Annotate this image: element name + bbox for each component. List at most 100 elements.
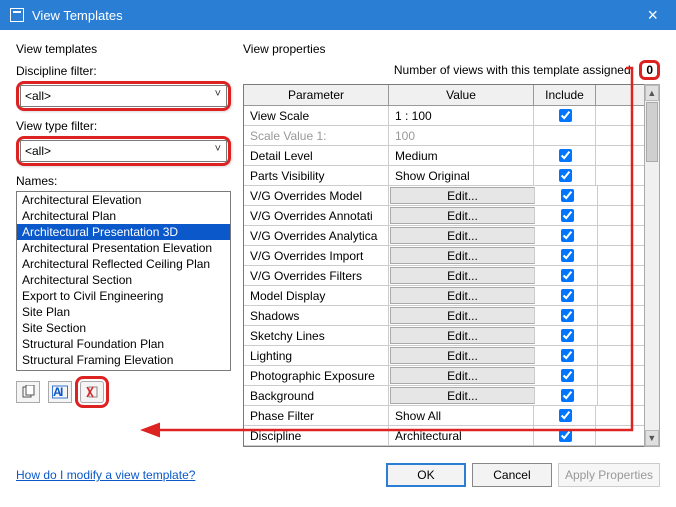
close-icon[interactable]: × — [639, 5, 666, 26]
table-row: Model DisplayEdit... — [244, 286, 644, 306]
list-item[interactable]: Site Plan — [17, 304, 230, 320]
param-cell: Model Display — [244, 286, 389, 305]
include-checkbox[interactable] — [559, 429, 572, 442]
duplicate-icon[interactable] — [16, 381, 40, 403]
table-row: Phase FilterShow All — [244, 406, 644, 426]
edit-button[interactable]: Edit... — [390, 367, 535, 384]
table-row: Sketchy LinesEdit... — [244, 326, 644, 346]
include-checkbox[interactable] — [561, 229, 574, 242]
include-checkbox[interactable] — [561, 349, 574, 362]
include-checkbox[interactable] — [561, 309, 574, 322]
value-cell[interactable]: Architectural — [389, 426, 534, 445]
include-cell — [534, 146, 596, 165]
param-cell: Sketchy Lines — [244, 326, 389, 345]
list-item[interactable]: Architectural Section — [17, 272, 230, 288]
value-cell[interactable]: Show All — [389, 406, 534, 425]
list-item[interactable]: Architectural Reflected Ceiling Plan — [17, 256, 230, 272]
scroll-down-icon[interactable]: ▼ — [645, 430, 659, 446]
param-cell: Detail Level — [244, 146, 389, 165]
include-checkbox[interactable] — [561, 269, 574, 282]
param-cell: Shadows — [244, 306, 389, 325]
include-cell — [536, 346, 598, 365]
edit-button[interactable]: Edit... — [390, 347, 535, 364]
ok-button[interactable]: OK — [386, 463, 466, 487]
table-row: V/G Overrides AnalyticaEdit... — [244, 226, 644, 246]
include-checkbox[interactable] — [561, 289, 574, 302]
param-cell: Background — [244, 386, 389, 405]
app-icon — [10, 8, 24, 22]
view-type-filter-select[interactable]: <all> — [20, 140, 227, 162]
edit-button[interactable]: Edit... — [390, 247, 535, 264]
param-cell: Discipline — [244, 426, 389, 445]
edit-button[interactable]: Edit... — [390, 187, 535, 204]
include-checkbox[interactable] — [561, 189, 574, 202]
header-value: Value — [389, 85, 534, 105]
edit-button[interactable]: Edit... — [390, 267, 535, 284]
include-cell — [534, 126, 596, 145]
include-cell — [536, 326, 598, 345]
param-cell: View Scale — [244, 106, 389, 125]
value-cell[interactable]: Medium — [389, 146, 534, 165]
table-row: V/G Overrides ImportEdit... — [244, 246, 644, 266]
edit-button[interactable]: Edit... — [390, 327, 535, 344]
table-row: V/G Overrides FiltersEdit... — [244, 266, 644, 286]
edit-button[interactable]: Edit... — [390, 287, 535, 304]
param-cell: Phase Filter — [244, 406, 389, 425]
edit-button[interactable]: Edit... — [390, 307, 535, 324]
include-cell — [534, 426, 596, 445]
include-checkbox[interactable] — [559, 149, 572, 162]
discipline-filter-select[interactable]: <all> — [20, 85, 227, 107]
cancel-button[interactable]: Cancel — [472, 463, 552, 487]
list-item[interactable]: Architectural Plan — [17, 208, 230, 224]
include-cell — [536, 246, 598, 265]
param-cell: V/G Overrides Annotati — [244, 206, 389, 225]
include-cell — [534, 166, 596, 185]
include-checkbox[interactable] — [561, 369, 574, 382]
param-cell: V/G Overrides Import — [244, 246, 389, 265]
grid-scrollbar[interactable]: ▲ ▼ — [644, 84, 660, 447]
list-item[interactable]: Structural Framing Elevation — [17, 352, 230, 368]
discipline-filter-highlight: <all> — [16, 81, 231, 111]
table-row: View Scale1 : 100 — [244, 106, 644, 126]
names-label: Names: — [16, 174, 231, 188]
names-listbox[interactable]: Architectural ElevationArchitectural Pla… — [16, 191, 231, 371]
include-checkbox[interactable] — [559, 409, 572, 422]
window-title: View Templates — [32, 8, 639, 23]
help-link[interactable]: How do I modify a view template? — [16, 468, 195, 482]
view-properties-group-label: View properties — [243, 42, 660, 56]
include-checkbox[interactable] — [559, 169, 572, 182]
delete-icon[interactable] — [80, 381, 104, 403]
list-item[interactable]: Site Section — [17, 320, 230, 336]
list-item[interactable]: Architectural Presentation 3D — [17, 224, 230, 240]
include-cell — [536, 226, 598, 245]
value-cell[interactable]: 1 : 100 — [389, 106, 534, 125]
rename-icon[interactable]: AI — [48, 381, 72, 403]
include-cell — [534, 106, 596, 125]
list-item[interactable]: Export to Civil Engineering — [17, 288, 230, 304]
value-cell[interactable]: Show Original — [389, 166, 534, 185]
edit-button[interactable]: Edit... — [390, 387, 535, 404]
view-type-filter-label: View type filter: — [16, 119, 231, 133]
param-cell: V/G Overrides Analytica — [244, 226, 389, 245]
list-item[interactable]: Structural Foundation Plan — [17, 336, 230, 352]
edit-button[interactable]: Edit... — [390, 207, 535, 224]
include-checkbox[interactable] — [561, 329, 574, 342]
table-row: BackgroundEdit... — [244, 386, 644, 406]
table-row: V/G Overrides ModelEdit... — [244, 186, 644, 206]
include-checkbox[interactable] — [559, 109, 572, 122]
include-checkbox[interactable] — [561, 209, 574, 222]
include-checkbox[interactable] — [561, 389, 574, 402]
include-checkbox[interactable] — [561, 249, 574, 262]
scroll-thumb[interactable] — [646, 102, 658, 162]
table-row: Detail LevelMedium — [244, 146, 644, 166]
edit-button[interactable]: Edit... — [390, 227, 535, 244]
table-row: Photographic ExposureEdit... — [244, 366, 644, 386]
scroll-up-icon[interactable]: ▲ — [645, 85, 659, 101]
apply-properties-button: Apply Properties — [558, 463, 660, 487]
list-item[interactable]: Structural Framing Plan — [17, 368, 230, 371]
list-item[interactable]: Architectural Presentation Elevation — [17, 240, 230, 256]
list-item[interactable]: Architectural Elevation — [17, 192, 230, 208]
view-templates-group-label: View templates — [16, 42, 231, 56]
value-cell: 100 — [389, 126, 534, 145]
param-cell: Photographic Exposure — [244, 366, 389, 385]
